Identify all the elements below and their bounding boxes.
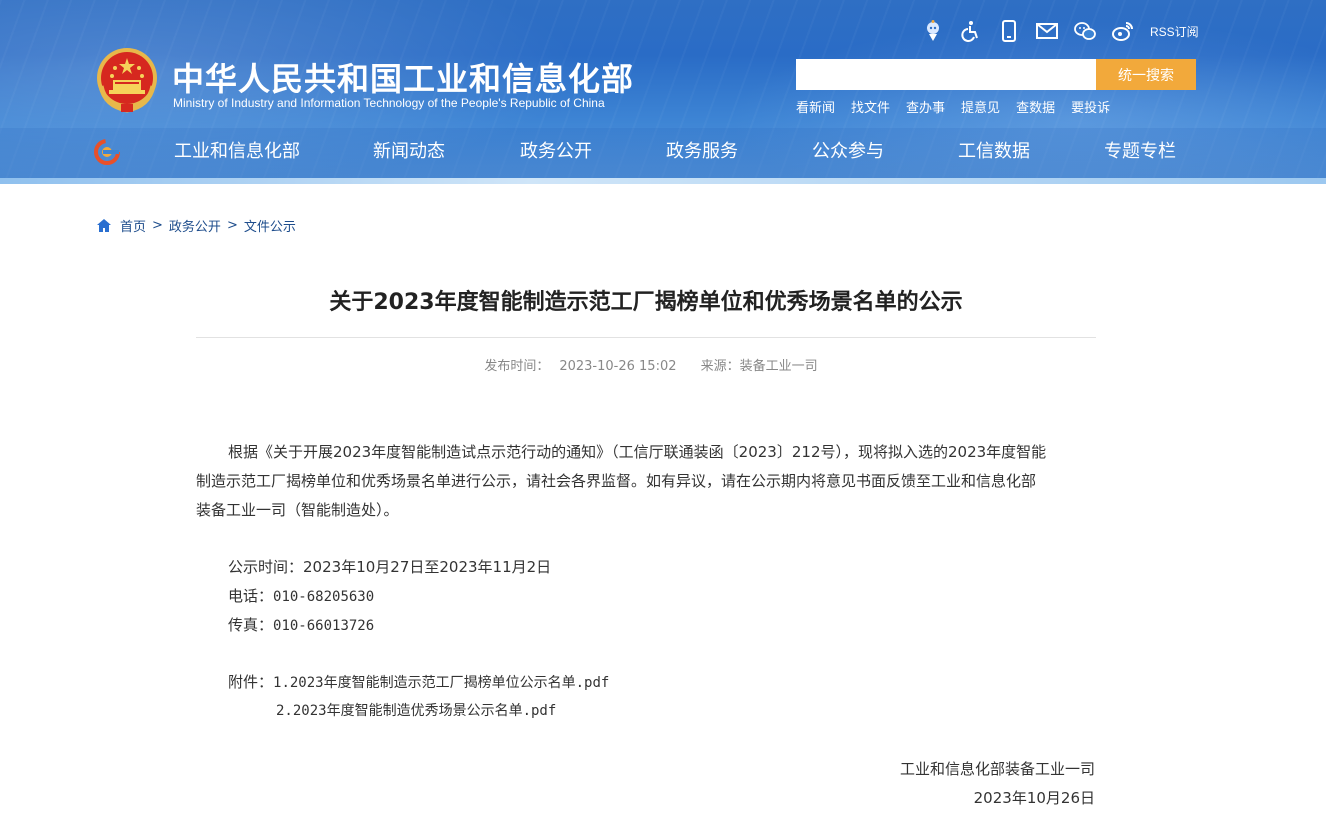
weibo-icon[interactable] — [1110, 18, 1136, 44]
national-emblem-logo[interactable] — [95, 46, 159, 114]
mobile-icon[interactable] — [996, 18, 1022, 44]
site-title: 中华人民共和国工业和信息化部 — [172, 60, 635, 98]
search-input[interactable] — [796, 59, 1096, 90]
attachment-link[interactable]: 2.2023年度智能制造优秀场景公示名单.pdf — [276, 703, 556, 719]
nav-item-data[interactable]: 工信数据 — [958, 138, 1030, 166]
accessibility-icon[interactable] — [958, 18, 984, 44]
nav-item-special-topics[interactable]: 专题专栏 — [1104, 138, 1176, 166]
top-tools: RSS订阅 — [920, 16, 1199, 46]
nav-item-gov-services[interactable]: 政务服务 — [666, 138, 738, 166]
article-meta: 发布时间： 2023-10-26 15:02 来源：装备工业一司 — [196, 355, 1096, 374]
attachment-item: 2.2023年度智能制造优秀场景公示名单.pdf — [276, 700, 556, 720]
breadcrumb-file-notice[interactable]: 文件公示 — [244, 216, 296, 235]
miit-logo-icon[interactable] — [93, 138, 121, 166]
attachments: 附件：1.2023年度智能制造示范工厂揭榜单位公示名单.pdf — [228, 673, 610, 691]
quicklink-files[interactable]: 找文件 — [851, 97, 890, 116]
contact-fax: 传真：010-66013726 — [228, 616, 375, 634]
rss-link[interactable]: RSS订阅 — [1150, 23, 1199, 40]
quick-links: 看新闻 找文件 查办事 提意见 查数据 要投诉 — [796, 97, 1126, 116]
body-paragraph: 根据《关于开展2023年度智能制造试点示范行动的通知》（工信厅联通装函〔2023… — [196, 443, 1047, 519]
contact-phone: 电话：010-68205630 — [228, 587, 375, 605]
quicklink-complaint[interactable]: 要投诉 — [1071, 97, 1110, 116]
signature: 工业和信息化部装备工业一司 — [899, 760, 1095, 778]
quicklink-news[interactable]: 看新闻 — [796, 97, 835, 116]
quicklink-services[interactable]: 查办事 — [906, 97, 945, 116]
home-icon[interactable] — [96, 218, 112, 234]
nav-item-gov-affairs[interactable]: 政务公开 — [520, 138, 592, 166]
breadcrumb-home[interactable]: 首页 — [120, 216, 146, 235]
article-body: 根据《关于开展2023年度智能制造试点示范行动的通知》（工信厅联通装函〔2023… — [196, 438, 1096, 525]
nav-item-public-participation[interactable]: 公众参与 — [812, 138, 884, 166]
article-title: 关于2023年度智能制造示范工厂揭榜单位和优秀场景名单的公示 — [329, 290, 963, 315]
mail-icon[interactable] — [1034, 18, 1060, 44]
site-subtitle: Ministry of Industry and Information Tec… — [173, 96, 605, 110]
notice-period: 公示时间：2023年10月27日至2023年11月2日 — [228, 558, 552, 576]
article-source: 来源：装备工业一司 — [700, 359, 818, 374]
search-button[interactable]: 统一搜索 — [1096, 59, 1196, 90]
publish-time: 发布时间： 2023-10-26 15:02 — [484, 359, 677, 374]
title-divider — [196, 337, 1096, 338]
nav-item-news[interactable]: 新闻动态 — [373, 138, 445, 166]
wechat-icon[interactable] — [1072, 18, 1098, 44]
sign-date: 2023年10月26日 — [973, 789, 1095, 807]
robot-icon[interactable] — [920, 18, 946, 44]
attachment-link[interactable]: 1.2023年度智能制造示范工厂揭榜单位公示名单.pdf — [273, 675, 609, 691]
nav-item-miit[interactable]: 工业和信息化部 — [174, 138, 300, 166]
breadcrumb: 首页 > 政务公开 > 文件公示 — [96, 216, 296, 235]
quicklink-feedback[interactable]: 提意见 — [961, 97, 1000, 116]
breadcrumb-gov-affairs[interactable]: 政务公开 — [169, 216, 221, 235]
quicklink-data[interactable]: 查数据 — [1016, 97, 1055, 116]
